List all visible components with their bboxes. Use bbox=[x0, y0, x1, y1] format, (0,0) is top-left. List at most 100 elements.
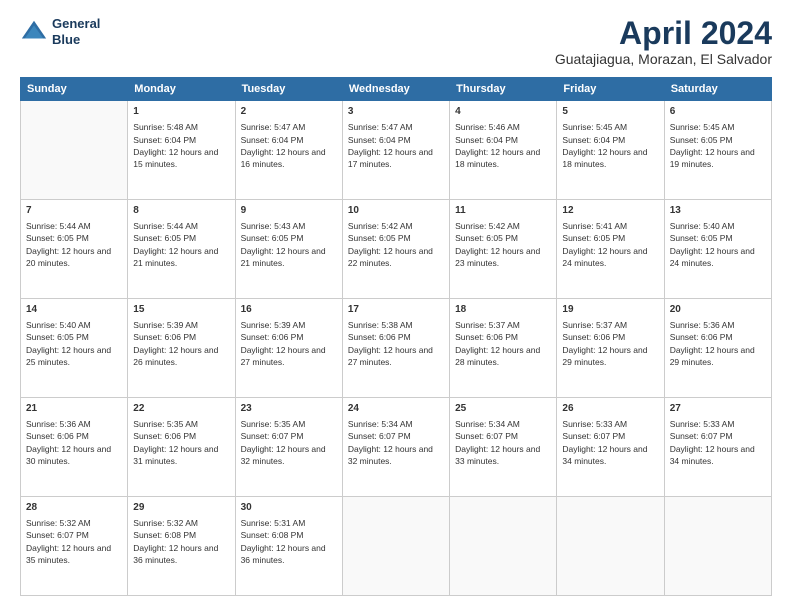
day-info: Sunrise: 5:41 AMSunset: 6:05 PMDaylight:… bbox=[562, 220, 658, 269]
weekday-header-thursday: Thursday bbox=[450, 78, 557, 101]
day-info: Sunrise: 5:43 AMSunset: 6:05 PMDaylight:… bbox=[241, 220, 337, 269]
cell-content-day-25: 25 Sunrise: 5:34 AMSunset: 6:07 PMDayligh… bbox=[455, 402, 551, 467]
calendar-cell: 3 Sunrise: 5:47 AMSunset: 6:04 PMDaylight… bbox=[342, 101, 449, 200]
day-info: Sunrise: 5:34 AMSunset: 6:07 PMDaylight:… bbox=[455, 418, 551, 467]
logo: General Blue bbox=[20, 16, 100, 47]
calendar-cell: 15Sunrise: 5:39 AMSunset: 6:06 PMDayligh… bbox=[128, 299, 235, 398]
cell-content-day-9: 9 Sunrise: 5:43 AMSunset: 6:05 PMDaylight… bbox=[241, 204, 337, 269]
cell-content-day-22: 22Sunrise: 5:35 AMSunset: 6:06 PMDayligh… bbox=[133, 402, 229, 467]
calendar-cell: 5 Sunrise: 5:45 AMSunset: 6:04 PMDaylight… bbox=[557, 101, 664, 200]
calendar-cell: 8Sunrise: 5:44 AMSunset: 6:05 PMDaylight… bbox=[128, 200, 235, 299]
cell-content-day-28: 28Sunrise: 5:32 AMSunset: 6:07 PMDayligh… bbox=[26, 501, 122, 566]
day-number: 21 bbox=[26, 402, 122, 416]
cell-content-day-5: 5 Sunrise: 5:45 AMSunset: 6:04 PMDaylight… bbox=[562, 105, 658, 170]
cell-content-day-4: 4Sunrise: 5:46 AMSunset: 6:04 PMDaylight… bbox=[455, 105, 551, 170]
cell-content-day-13: 13 Sunrise: 5:40 AMSunset: 6:05 PMDayligh… bbox=[670, 204, 766, 269]
calendar-cell bbox=[342, 497, 449, 596]
day-number: 23 bbox=[241, 402, 337, 416]
title-block: April 2024 Guatajiagua, Morazan, El Salv… bbox=[555, 16, 772, 67]
calendar-cell bbox=[450, 497, 557, 596]
cell-content-day-18: 18Sunrise: 5:37 AMSunset: 6:06 PMDayligh… bbox=[455, 303, 551, 368]
calendar-cell: 19 Sunrise: 5:37 AMSunset: 6:06 PMDayligh… bbox=[557, 299, 664, 398]
week-row-5: 28Sunrise: 5:32 AMSunset: 6:07 PMDayligh… bbox=[21, 497, 772, 596]
day-number: 10 bbox=[348, 204, 444, 218]
calendar-cell: 9 Sunrise: 5:43 AMSunset: 6:05 PMDaylight… bbox=[235, 200, 342, 299]
calendar-cell: 28Sunrise: 5:32 AMSunset: 6:07 PMDayligh… bbox=[21, 497, 128, 596]
day-number: 27 bbox=[670, 402, 766, 416]
day-number: 9 bbox=[241, 204, 337, 218]
day-info: Sunrise: 5:39 AMSunset: 6:06 PMDaylight:… bbox=[241, 319, 337, 368]
day-info: Sunrise: 5:42 AMSunset: 6:05 PMDaylight:… bbox=[455, 220, 551, 269]
day-number: 1 bbox=[133, 105, 229, 119]
day-info: Sunrise: 5:37 AMSunset: 6:06 PMDaylight:… bbox=[455, 319, 551, 368]
day-info: Sunrise: 5:45 AMSunset: 6:05 PMDaylight:… bbox=[670, 121, 766, 170]
day-number: 22 bbox=[133, 402, 229, 416]
logo-line2: Blue bbox=[52, 32, 100, 48]
cell-content-day-2: 2Sunrise: 5:47 AMSunset: 6:04 PMDaylight… bbox=[241, 105, 337, 170]
day-info: Sunrise: 5:36 AMSunset: 6:06 PMDaylight:… bbox=[26, 418, 122, 467]
calendar-cell: 22Sunrise: 5:35 AMSunset: 6:06 PMDayligh… bbox=[128, 398, 235, 497]
location-subtitle: Guatajiagua, Morazan, El Salvador bbox=[555, 51, 772, 67]
cell-content-day-30: 30 Sunrise: 5:31 AMSunset: 6:08 PMDayligh… bbox=[241, 501, 337, 566]
calendar-cell: 4Sunrise: 5:46 AMSunset: 6:04 PMDaylight… bbox=[450, 101, 557, 200]
weekday-header-wednesday: Wednesday bbox=[342, 78, 449, 101]
day-number: 20 bbox=[670, 303, 766, 317]
day-info: Sunrise: 5:40 AMSunset: 6:05 PMDaylight:… bbox=[670, 220, 766, 269]
day-info: Sunrise: 5:40 AMSunset: 6:05 PMDaylight:… bbox=[26, 319, 122, 368]
cell-content-day-16: 16 Sunrise: 5:39 AMSunset: 6:06 PMDayligh… bbox=[241, 303, 337, 368]
calendar-cell: 20 Sunrise: 5:36 AMSunset: 6:06 PMDayligh… bbox=[664, 299, 771, 398]
cell-content-day-15: 15Sunrise: 5:39 AMSunset: 6:06 PMDayligh… bbox=[133, 303, 229, 368]
day-info: Sunrise: 5:47 AMSunset: 6:04 PMDaylight:… bbox=[348, 121, 444, 170]
day-number: 30 bbox=[241, 501, 337, 515]
calendar-cell: 23 Sunrise: 5:35 AMSunset: 6:07 PMDayligh… bbox=[235, 398, 342, 497]
month-title: April 2024 bbox=[555, 16, 772, 51]
day-info: Sunrise: 5:44 AMSunset: 6:05 PMDaylight:… bbox=[26, 220, 122, 269]
day-number: 28 bbox=[26, 501, 122, 515]
day-info: Sunrise: 5:39 AMSunset: 6:06 PMDaylight:… bbox=[133, 319, 229, 368]
weekday-header-sunday: Sunday bbox=[21, 78, 128, 101]
day-number: 13 bbox=[670, 204, 766, 218]
calendar-cell: 26Sunrise: 5:33 AMSunset: 6:07 PMDayligh… bbox=[557, 398, 664, 497]
cell-content-day-1: 1Sunrise: 5:48 AMSunset: 6:04 PMDaylight… bbox=[133, 105, 229, 170]
day-number: 8 bbox=[133, 204, 229, 218]
day-info: Sunrise: 5:34 AMSunset: 6:07 PMDaylight:… bbox=[348, 418, 444, 467]
weekday-header-monday: Monday bbox=[128, 78, 235, 101]
logo-line1: General bbox=[52, 16, 100, 32]
day-number: 3 bbox=[348, 105, 444, 119]
calendar-cell: 25 Sunrise: 5:34 AMSunset: 6:07 PMDayligh… bbox=[450, 398, 557, 497]
day-info: Sunrise: 5:31 AMSunset: 6:08 PMDaylight:… bbox=[241, 517, 337, 566]
cell-content-day-7: 7 Sunrise: 5:44 AMSunset: 6:05 PMDaylight… bbox=[26, 204, 122, 269]
header: General Blue April 2024 Guatajiagua, Mor… bbox=[20, 16, 772, 67]
calendar-cell: 17Sunrise: 5:38 AMSunset: 6:06 PMDayligh… bbox=[342, 299, 449, 398]
cell-content-day-26: 26Sunrise: 5:33 AMSunset: 6:07 PMDayligh… bbox=[562, 402, 658, 467]
calendar-cell: 29Sunrise: 5:32 AMSunset: 6:08 PMDayligh… bbox=[128, 497, 235, 596]
day-number: 19 bbox=[562, 303, 658, 317]
cell-content-day-29: 29Sunrise: 5:32 AMSunset: 6:08 PMDayligh… bbox=[133, 501, 229, 566]
day-number: 7 bbox=[26, 204, 122, 218]
calendar-cell: 12 Sunrise: 5:41 AMSunset: 6:05 PMDayligh… bbox=[557, 200, 664, 299]
calendar-cell: 16 Sunrise: 5:39 AMSunset: 6:06 PMDayligh… bbox=[235, 299, 342, 398]
day-info: Sunrise: 5:45 AMSunset: 6:04 PMDaylight:… bbox=[562, 121, 658, 170]
day-number: 5 bbox=[562, 105, 658, 119]
day-number: 25 bbox=[455, 402, 551, 416]
day-number: 16 bbox=[241, 303, 337, 317]
cell-content-day-6: 6 Sunrise: 5:45 AMSunset: 6:05 PMDaylight… bbox=[670, 105, 766, 170]
week-row-3: 14 Sunrise: 5:40 AMSunset: 6:05 PMDayligh… bbox=[21, 299, 772, 398]
calendar-cell: 6 Sunrise: 5:45 AMSunset: 6:05 PMDaylight… bbox=[664, 101, 771, 200]
day-number: 12 bbox=[562, 204, 658, 218]
day-number: 6 bbox=[670, 105, 766, 119]
calendar-cell: 27Sunrise: 5:33 AMSunset: 6:07 PMDayligh… bbox=[664, 398, 771, 497]
day-info: Sunrise: 5:42 AMSunset: 6:05 PMDaylight:… bbox=[348, 220, 444, 269]
calendar-cell: 10 Sunrise: 5:42 AMSunset: 6:05 PMDayligh… bbox=[342, 200, 449, 299]
day-number: 14 bbox=[26, 303, 122, 317]
calendar-cell: 18Sunrise: 5:37 AMSunset: 6:06 PMDayligh… bbox=[450, 299, 557, 398]
day-number: 2 bbox=[241, 105, 337, 119]
page: General Blue April 2024 Guatajiagua, Mor… bbox=[0, 0, 792, 612]
day-info: Sunrise: 5:36 AMSunset: 6:06 PMDaylight:… bbox=[670, 319, 766, 368]
calendar-cell bbox=[557, 497, 664, 596]
cell-content-day-10: 10 Sunrise: 5:42 AMSunset: 6:05 PMDayligh… bbox=[348, 204, 444, 269]
calendar-cell: 7 Sunrise: 5:44 AMSunset: 6:05 PMDaylight… bbox=[21, 200, 128, 299]
day-number: 17 bbox=[348, 303, 444, 317]
day-info: Sunrise: 5:35 AMSunset: 6:07 PMDaylight:… bbox=[241, 418, 337, 467]
day-info: Sunrise: 5:37 AMSunset: 6:06 PMDaylight:… bbox=[562, 319, 658, 368]
